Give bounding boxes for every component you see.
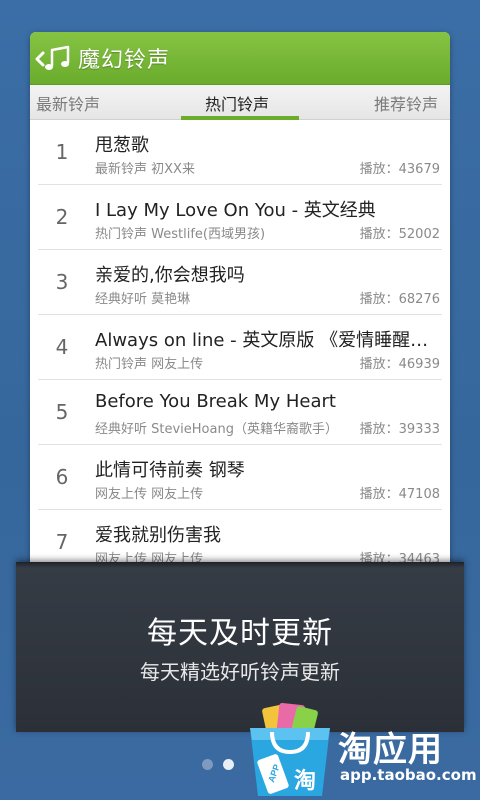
list-item[interactable]: 3 亲爱的,你会想我吗 经典好听 莫艳琳 播放：68276 (38, 250, 442, 315)
ringtone-title: 此情可待前奏 钢琴 (95, 460, 245, 481)
ringtone-title: Always on line - 英文原版 《爱情睡醒了… (95, 330, 440, 351)
phone-screen-preview: 魔幻铃声 最新铃声 热门铃声 推荐铃声 1 甩葱歌 最新铃声 初XX来 播放：4… (30, 32, 450, 572)
ringtone-title: I Lay My Love On You - 英文经典 (95, 200, 376, 221)
ringtone-title: Before You Break My Heart (95, 391, 336, 412)
rank-number: 6 (55, 465, 69, 489)
taobao-app-logo-text: 淘应用 (338, 730, 443, 770)
rank-number: 2 (55, 205, 69, 229)
title-bar: 魔幻铃声 (30, 32, 450, 85)
play-count: 播放：68276 (359, 292, 440, 307)
tab-bar: 最新铃声 热门铃声 推荐铃声 (30, 85, 450, 120)
page-dot-active[interactable] (223, 759, 234, 770)
rank-number: 5 (55, 400, 69, 424)
page-dot[interactable] (202, 759, 213, 770)
taobao-app-url: app.taobao.com (340, 766, 477, 784)
promo-headline: 每天及时更新 (147, 616, 333, 651)
ringtone-title: 亲爱的,你会想我吗 (95, 265, 245, 286)
list-item[interactable]: 4 Always on line - 英文原版 《爱情睡醒了… 热门铃声 网友上… (38, 315, 442, 380)
play-count: 播放：39333 (359, 422, 440, 437)
ringtone-meta: 热门铃声 网友上传 (95, 357, 204, 372)
rank-number: 7 (55, 530, 69, 554)
rank-number: 1 (55, 140, 69, 164)
list-item[interactable]: 1 甩葱歌 最新铃声 初XX来 播放：43679 (38, 120, 442, 185)
ringtone-meta: 最新铃声 初XX来 (95, 162, 195, 177)
ringtone-meta: 经典好听 StevieHoang（英籍华裔歌手） (95, 422, 338, 437)
ringtone-title: 爱我就别伤害我 (95, 525, 221, 546)
tab-hot[interactable]: 热门铃声 (205, 91, 269, 115)
tab-latest[interactable]: 最新铃声 (36, 91, 100, 115)
tao-badge-text: 淘 (294, 768, 316, 794)
rank-number: 3 (55, 270, 69, 294)
play-count: 播放：43679 (359, 162, 440, 177)
play-count: 播放：47108 (359, 487, 440, 502)
play-count: 播放：46939 (359, 357, 440, 372)
list-item[interactable]: 6 此情可待前奏 钢琴 网友上传 网友上传 播放：47108 (38, 445, 442, 510)
list-item[interactable]: 2 I Lay My Love On You - 英文经典 热门铃声 Westl… (38, 185, 442, 250)
ringtone-meta: 网友上传 网友上传 (95, 487, 204, 502)
tab-recommended[interactable]: 推荐铃声 (374, 91, 438, 115)
promo-panel-edge (16, 562, 464, 568)
back-music-note-icon[interactable] (34, 44, 74, 74)
promo-subtitle: 每天精选好听铃声更新 (140, 660, 340, 684)
taobao-app-bag-logo-icon: APP 淘 (250, 703, 330, 796)
app-title: 魔幻铃声 (78, 48, 171, 73)
rank-number: 4 (55, 335, 69, 359)
ringtone-title: 甩葱歌 (95, 135, 149, 156)
ringtone-list: 1 甩葱歌 最新铃声 初XX来 播放：43679 2 I Lay My Love… (30, 120, 450, 572)
ringtone-meta: 经典好听 莫艳琳 (95, 292, 191, 307)
list-item[interactable]: 5 Before You Break My Heart 经典好听 StevieH… (38, 380, 442, 445)
ringtone-meta: 热门铃声 Westlife(西域男孩) (95, 227, 266, 242)
play-count: 播放：52002 (359, 227, 440, 242)
